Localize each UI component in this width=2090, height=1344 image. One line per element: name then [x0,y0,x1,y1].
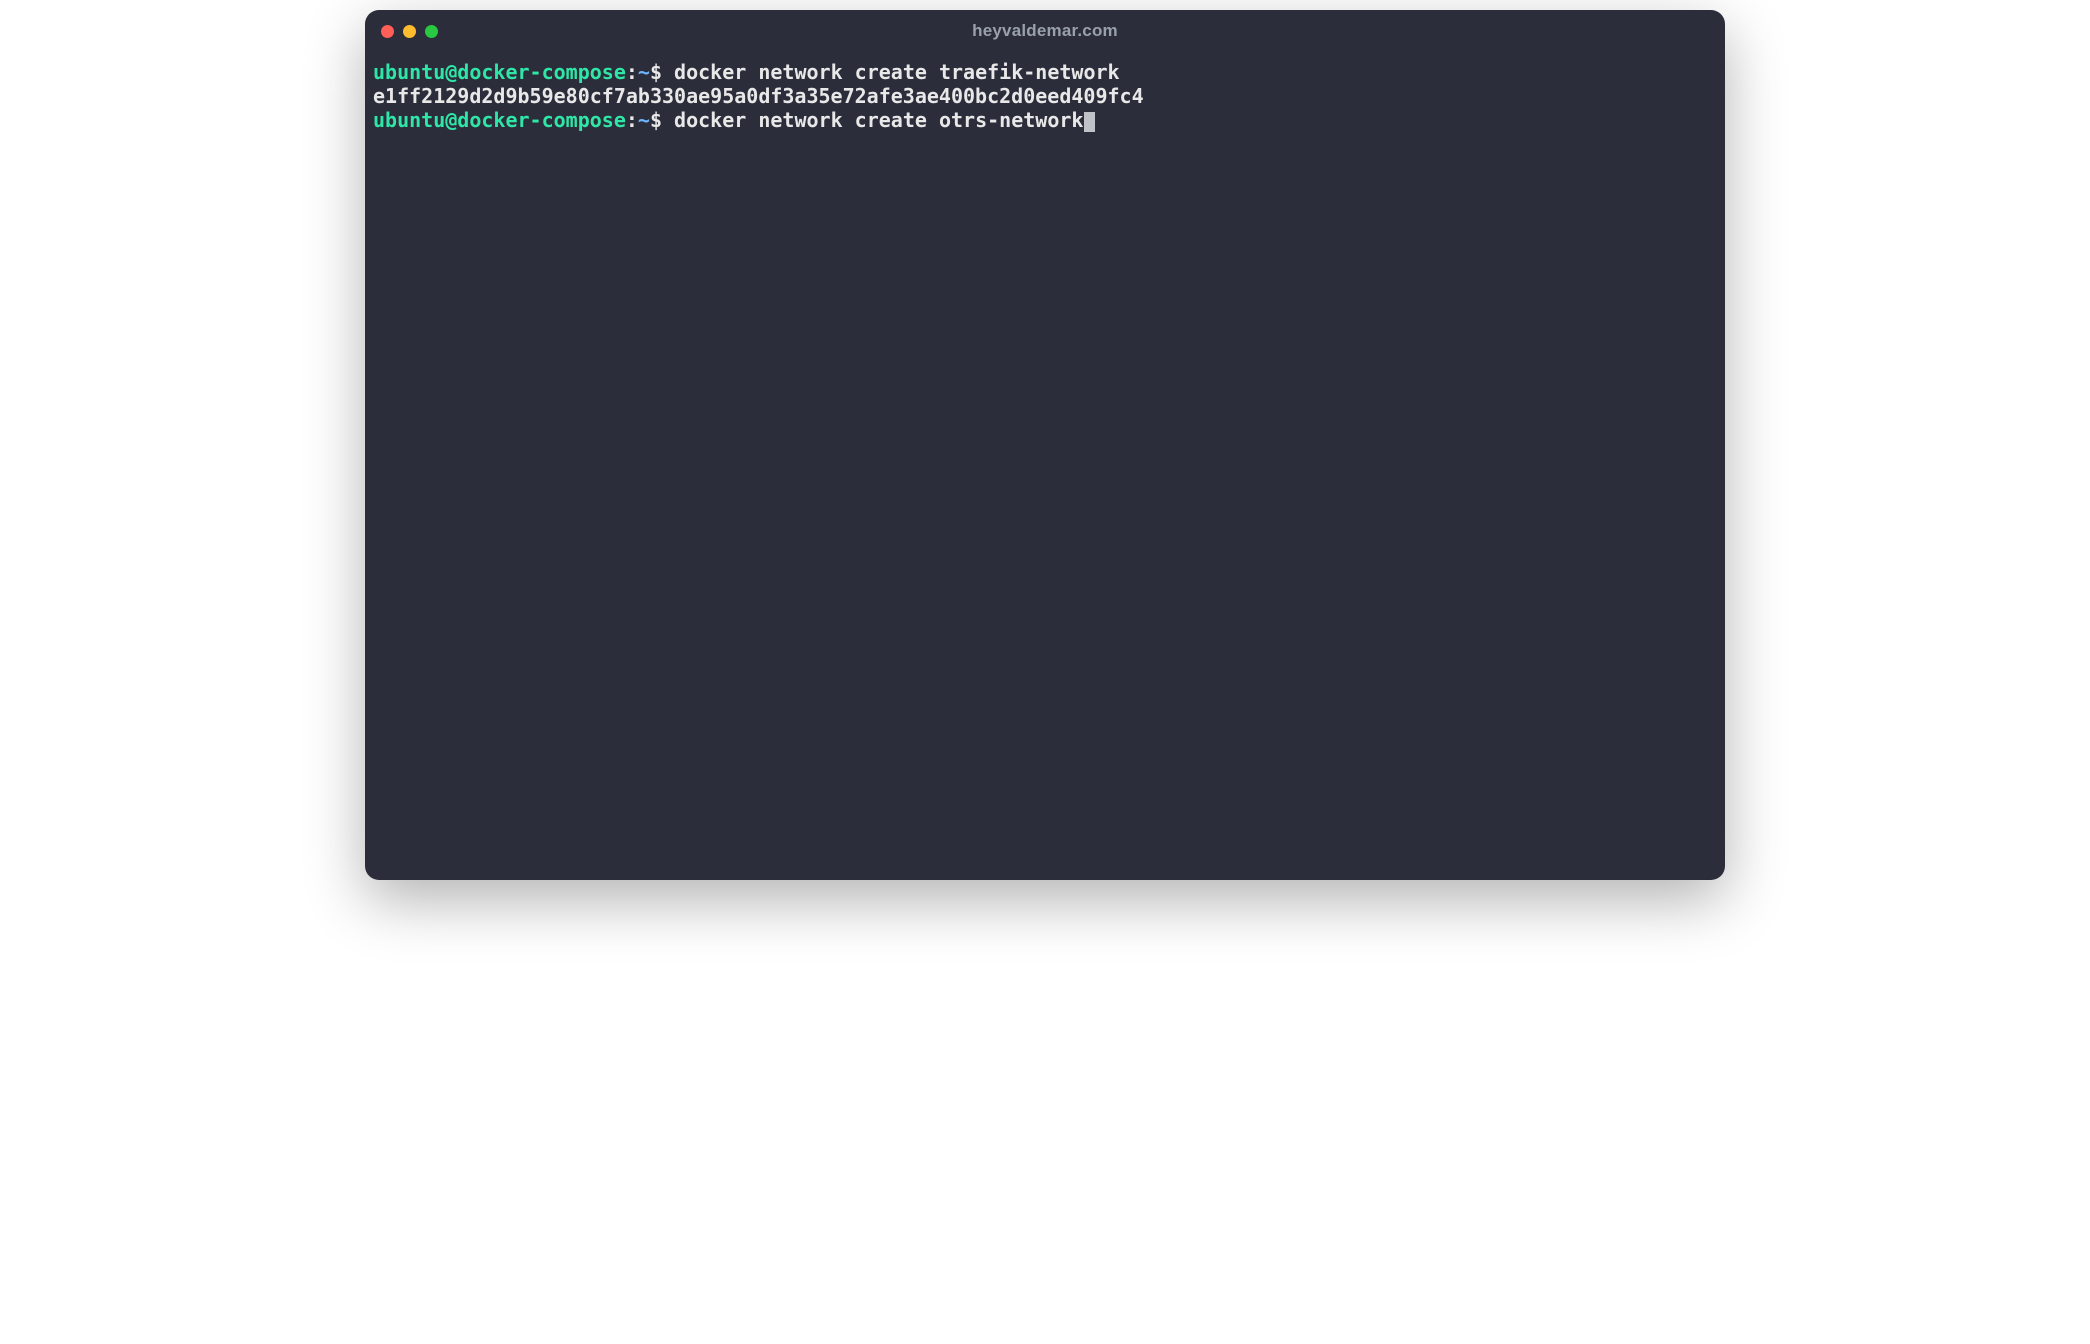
prompt-colon: : [626,108,638,132]
prompt-path: ~ [638,60,650,84]
title-bar: heyvaldemar.com [365,10,1725,52]
traffic-lights [381,25,438,38]
command-text: docker network create traefik-network [662,60,1120,84]
output-text: e1ff2129d2d9b59e80cf7ab330ae95a0df3a35e7… [373,84,1144,108]
terminal-line: ubuntu@docker-compose:~$ docker network … [373,60,1717,84]
maximize-button[interactable] [425,25,438,38]
prompt-path: ~ [638,108,650,132]
command-text: docker network create otrs-network [662,108,1083,132]
prompt-user-host: ubuntu@docker-compose [373,60,626,84]
window-title: heyvaldemar.com [972,21,1118,41]
terminal-window: heyvaldemar.com ubuntu@docker-compose:~$… [365,10,1725,880]
terminal-output-line: e1ff2129d2d9b59e80cf7ab330ae95a0df3a35e7… [373,84,1717,108]
cursor-icon [1084,112,1095,132]
prompt-symbol: $ [650,60,662,84]
prompt-colon: : [626,60,638,84]
close-button[interactable] [381,25,394,38]
minimize-button[interactable] [403,25,416,38]
prompt-user-host: ubuntu@docker-compose [373,108,626,132]
terminal-body[interactable]: ubuntu@docker-compose:~$ docker network … [365,52,1725,880]
terminal-line: ubuntu@docker-compose:~$ docker network … [373,108,1717,132]
prompt-symbol: $ [650,108,662,132]
